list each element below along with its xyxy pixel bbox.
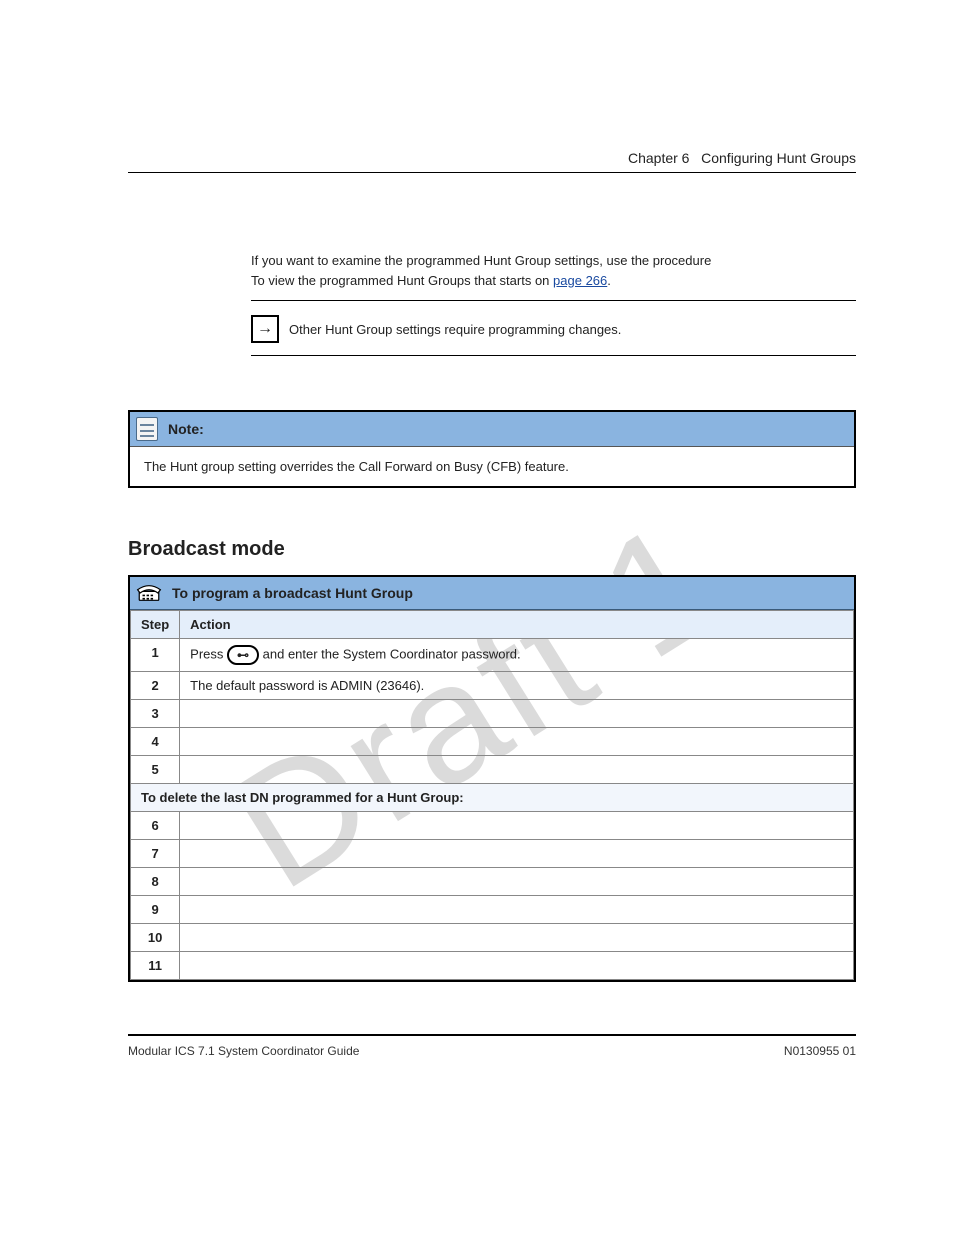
arrow-right-icon: → xyxy=(251,315,279,343)
footer-right: N0130955 01 xyxy=(784,1044,856,1058)
intro-line-2a: To view the programmed Hunt Groups that … xyxy=(251,273,553,288)
footer-left: Modular ICS 7.1 System Coordinator Guide xyxy=(128,1044,359,1058)
key-icon: ⊷ xyxy=(227,645,259,665)
step-action xyxy=(180,896,854,924)
table-row: 1 Press ⊷ and enter the System Coordinat… xyxy=(131,639,854,672)
table-row: 2 The default password is ADMIN (23646). xyxy=(131,672,854,700)
sub-header: To delete the last DN programmed for a H… xyxy=(131,784,854,812)
note-body: The Hunt group setting overrides the Cal… xyxy=(130,447,854,486)
step-action: The default password is ADMIN (23646). xyxy=(180,672,854,700)
step-num: 9 xyxy=(131,896,180,924)
col-step: Step xyxy=(131,611,180,639)
step-num: 6 xyxy=(131,812,180,840)
step-action xyxy=(180,700,854,728)
step-action xyxy=(180,840,854,868)
section-heading: Broadcast mode xyxy=(128,538,856,561)
step-num: 10 xyxy=(131,924,180,952)
intro-line-1: If you want to examine the programmed Hu… xyxy=(251,253,711,268)
phone-icon xyxy=(136,582,162,604)
intro-block: If you want to examine the programmed Hu… xyxy=(251,251,856,356)
procedure-title: To program a broadcast Hunt Group xyxy=(172,585,413,601)
table-row: 11 xyxy=(131,952,854,980)
col-action: Action xyxy=(180,611,854,639)
table-row: 3 xyxy=(131,700,854,728)
note-panel: Note: The Hunt group setting overrides t… xyxy=(128,410,856,488)
step-num: 1 xyxy=(131,639,180,672)
table-row: 8 xyxy=(131,868,854,896)
table-row: 9 xyxy=(131,896,854,924)
page-content: Chapter 6 Configuring Hunt Groups If you… xyxy=(128,150,856,982)
step-action xyxy=(180,728,854,756)
divider xyxy=(251,355,856,356)
step-action xyxy=(180,868,854,896)
step-num: 7 xyxy=(131,840,180,868)
note-panel-header: Note: xyxy=(130,412,854,447)
page-footer: Modular ICS 7.1 System Coordinator Guide… xyxy=(128,1044,856,1058)
note-title: Note: xyxy=(168,421,204,437)
step-action xyxy=(180,812,854,840)
intro-line-2b: . xyxy=(607,273,611,288)
arrow-text: Other Hunt Group settings require progra… xyxy=(289,322,621,337)
step-action xyxy=(180,756,854,784)
procedure-table: Step Action 1 Press ⊷ and enter the Syst… xyxy=(130,610,854,980)
step-action: Press ⊷ and enter the System Coordinator… xyxy=(180,639,854,672)
sub-header-row: To delete the last DN programmed for a H… xyxy=(131,784,854,812)
chapter-title: Configuring Hunt Groups xyxy=(701,150,856,166)
step-action xyxy=(180,952,854,980)
table-row: 5 xyxy=(131,756,854,784)
page-header: Chapter 6 Configuring Hunt Groups xyxy=(128,150,856,173)
step-action xyxy=(180,924,854,952)
table-row: 4 xyxy=(131,728,854,756)
footer-rule xyxy=(128,1034,856,1036)
step-num: 8 xyxy=(131,868,180,896)
step-num: 5 xyxy=(131,756,180,784)
step-text: and enter the System Coordinator passwor… xyxy=(263,646,521,661)
arrow-callout: → Other Hunt Group settings require prog… xyxy=(251,301,856,355)
step-num: 3 xyxy=(131,700,180,728)
procedure-title-bar: To program a broadcast Hunt Group xyxy=(130,577,854,610)
step-num: 11 xyxy=(131,952,180,980)
chapter-label: Chapter 6 xyxy=(628,150,689,166)
note-icon xyxy=(136,417,158,441)
procedure-panel: To program a broadcast Hunt Group Step A… xyxy=(128,575,856,982)
table-row: 10 xyxy=(131,924,854,952)
step-text: Press xyxy=(190,646,227,661)
table-row: 7 xyxy=(131,840,854,868)
intro-page-link[interactable]: page 266 xyxy=(553,273,607,288)
step-num: 4 xyxy=(131,728,180,756)
step-num: 2 xyxy=(131,672,180,700)
table-row: 6 xyxy=(131,812,854,840)
